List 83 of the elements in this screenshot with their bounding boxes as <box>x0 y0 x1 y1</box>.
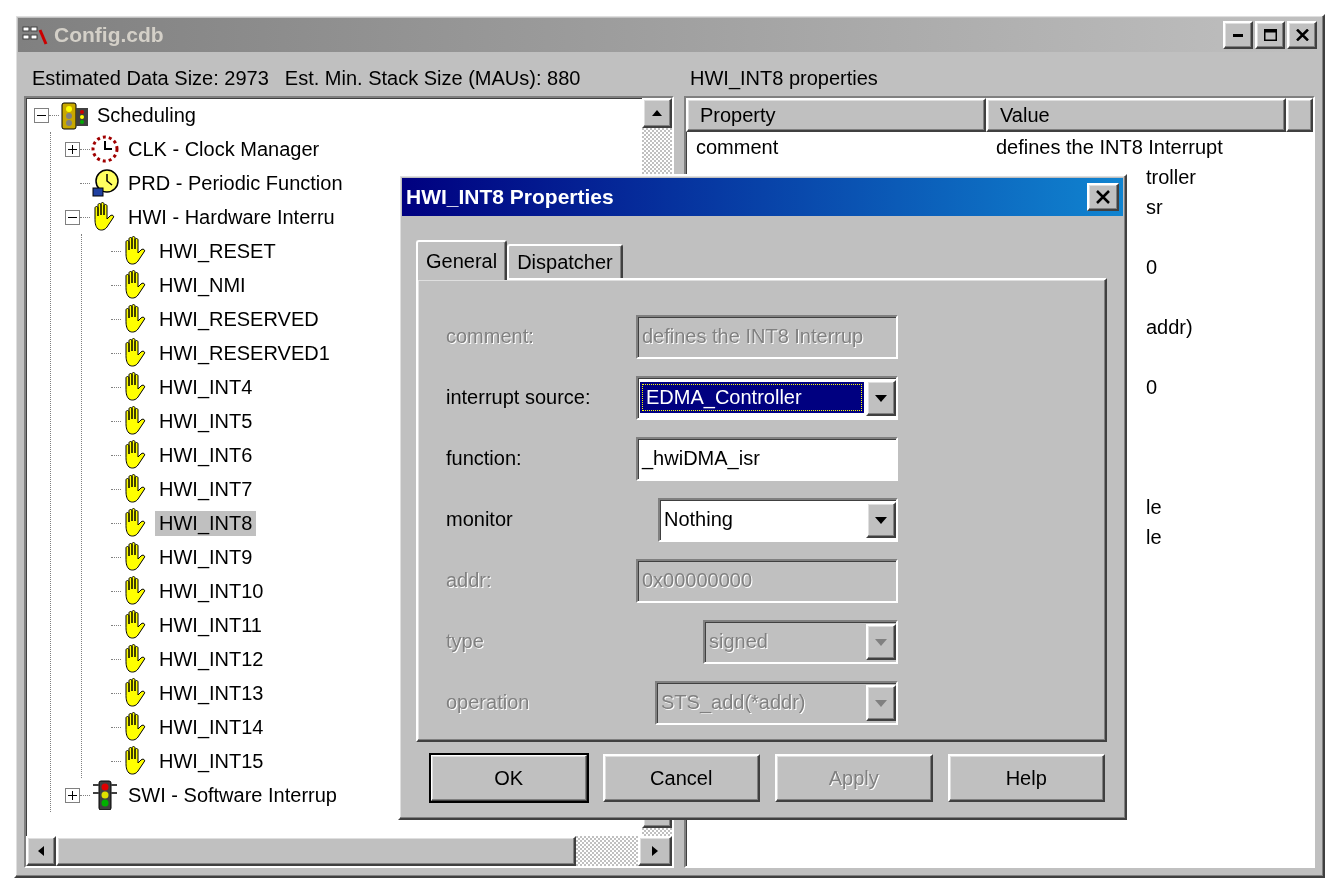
tree-item[interactable]: HWI_INT8 <box>155 510 257 536</box>
close-button[interactable] <box>1287 21 1317 49</box>
tree-item[interactable]: HWI_INT5 <box>155 408 257 434</box>
field-label: addr: <box>446 569 492 592</box>
table-cell: sr <box>1146 195 1163 219</box>
tree-item[interactable]: HWI_RESET <box>155 238 280 264</box>
tree-item[interactable]: HWI_INT9 <box>155 544 257 570</box>
field-label: monitor <box>446 508 513 531</box>
tree-toggle[interactable] <box>65 787 80 803</box>
scrollbar-thumb[interactable] <box>56 836 576 866</box>
dialog-button[interactable]: Cancel <box>602 754 760 802</box>
table-cell: addr) <box>1146 315 1193 339</box>
tree-item[interactable]: HWI_RESERVED <box>155 306 323 332</box>
dropdown-arrow-icon <box>874 392 888 403</box>
tree-item[interactable]: HWI_INT10 <box>155 578 268 604</box>
plus-icon <box>68 144 77 154</box>
tree-item[interactable]: PRD - Periodic Function <box>124 170 347 196</box>
window-title: Config.cdb <box>54 23 164 47</box>
table-cell-text: defines the INT8 Interrupt <box>995 135 1223 159</box>
dialog-button[interactable]: OK <box>430 754 588 802</box>
field-label: interrupt source: <box>446 386 591 409</box>
maximize-button[interactable] <box>1255 21 1285 49</box>
field-label: comment: <box>446 325 534 348</box>
table-cell: le <box>1146 525 1162 549</box>
tree-item[interactable]: HWI_INT15 <box>155 748 268 774</box>
column-header[interactable]: Property <box>686 98 986 132</box>
table-cell: troller <box>1146 165 1196 189</box>
traffic-light-icon <box>59 100 89 130</box>
table-cell: 0 <box>1146 255 1158 279</box>
tree-toggle[interactable] <box>65 141 80 157</box>
table-cell-text: comment <box>695 135 780 159</box>
tree-item[interactable]: HWI_INT13 <box>155 680 268 706</box>
tree-item[interactable]: HWI_INT4 <box>155 374 257 400</box>
field-label: function: <box>446 447 522 470</box>
tab[interactable]: Dispatcher <box>507 244 623 278</box>
status-text: Estimated Data Size: 2973 <box>32 66 269 90</box>
tree-item[interactable]: HWI_RESERVED1 <box>155 340 334 366</box>
scroll-up-button[interactable] <box>642 98 672 128</box>
horizontal-scrollbar[interactable] <box>26 836 672 866</box>
up-arrow-icon <box>652 110 662 116</box>
tree-item[interactable]: HWI_INT7 <box>155 476 257 502</box>
tab[interactable]: General <box>416 240 508 280</box>
dropdown[interactable]: EDMA_Controller <box>636 375 898 420</box>
clock-icon <box>90 134 120 164</box>
tree-item[interactable]: Scheduling <box>93 102 200 128</box>
close-button[interactable] <box>1087 183 1119 211</box>
tree-item[interactable]: CLK - Clock Manager <box>124 136 324 162</box>
dropdown[interactable]: Nothing <box>658 497 898 542</box>
tree-item[interactable]: HWI_INT6 <box>155 442 257 468</box>
minimize-icon <box>1233 33 1243 37</box>
close-icon <box>1095 190 1111 204</box>
status-text: Est. Min. Stack Size (MAUs): 880 <box>284 66 581 90</box>
tree-item[interactable]: SWI - Software Interrup <box>124 782 341 808</box>
tree-toggle[interactable] <box>65 209 80 225</box>
tree-toggle[interactable] <box>34 107 49 123</box>
tree-item[interactable]: HWI_INT12 <box>155 646 268 672</box>
app-icon <box>22 24 48 46</box>
tree-item[interactable]: HWI_INT14 <box>155 714 268 740</box>
dialog-title: HWI_INT8 Properties <box>406 185 614 209</box>
close-icon <box>1295 29 1309 41</box>
tree-item[interactable]: HWI_NMI <box>155 272 250 298</box>
pane-title: HWI_INT8 properties <box>689 65 879 92</box>
left-arrow-icon <box>38 846 44 856</box>
dropdown-arrow-icon <box>874 514 888 525</box>
dialog-button[interactable]: Help <box>947 754 1105 802</box>
minimize-button[interactable] <box>1223 21 1253 49</box>
tree-item[interactable]: HWI - Hardware Interru <box>124 204 339 230</box>
table-cell: 0 <box>1146 375 1158 399</box>
dropdown-arrow-icon <box>874 636 888 647</box>
input-field[interactable]: _hwiDMA_isr <box>636 436 898 481</box>
scroll-left-button[interactable] <box>26 836 56 866</box>
table-cell: le <box>1146 495 1162 519</box>
dropdown-arrow-icon <box>874 697 888 708</box>
column-header[interactable]: Value <box>986 98 1286 132</box>
tree-item[interactable]: HWI_INT11 <box>155 612 266 638</box>
scroll-right-button[interactable] <box>638 836 672 866</box>
right-arrow-icon <box>652 846 658 856</box>
traffic-light-icon <box>90 780 120 810</box>
maximize-icon <box>1263 29 1277 41</box>
plus-icon <box>68 790 77 800</box>
field-label: type <box>446 630 484 653</box>
field-label: operation <box>446 691 530 714</box>
clock-icon <box>90 168 120 198</box>
